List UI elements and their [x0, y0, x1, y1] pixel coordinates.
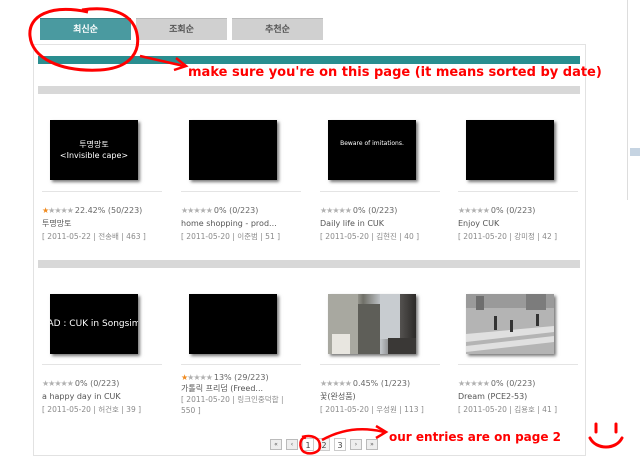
annotation-page-note: our entries are on page 2: [389, 430, 562, 444]
smiley-icon: [588, 422, 624, 449]
annotation-arrow: [321, 427, 385, 442]
annotation-arrow: [139, 54, 185, 68]
annotation-tab-note: make sure you're on this page (it means …: [188, 65, 602, 80]
page-highlight-circle: [299, 434, 322, 455]
annotation-circle: [28, 7, 140, 72]
